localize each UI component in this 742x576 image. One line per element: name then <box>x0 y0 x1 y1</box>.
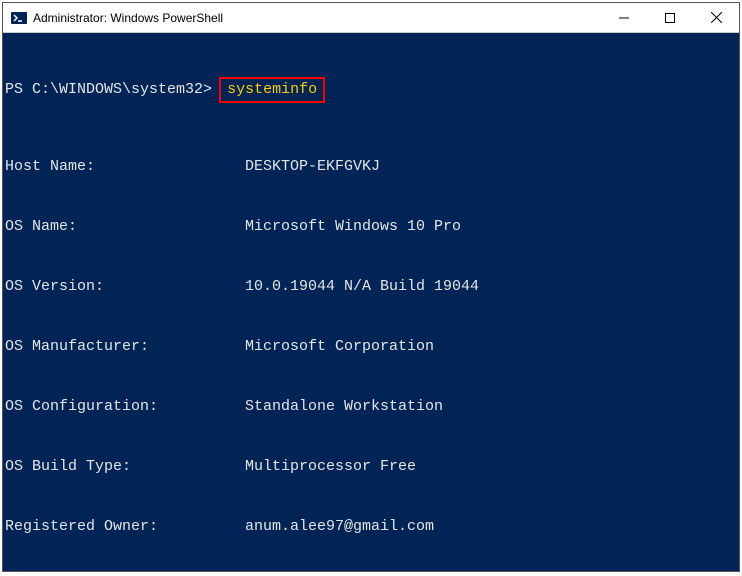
output-row: Host Name:DESKTOP-EKFGVKJ <box>3 157 739 177</box>
maximize-button[interactable] <box>647 3 693 32</box>
powershell-window: Administrator: Windows PowerShell PS C:\… <box>2 2 740 572</box>
window-title: Administrator: Windows PowerShell <box>33 11 601 25</box>
close-button[interactable] <box>693 3 739 32</box>
output-row: OS Version:10.0.19044 N/A Build 19044 <box>3 277 739 297</box>
command-highlight: systeminfo <box>219 77 325 103</box>
prompt-path: PS C:\WINDOWS\system32> <box>5 81 212 98</box>
output-row: OS Build Type:Multiprocessor Free <box>3 457 739 477</box>
prompt-line: PS C:\WINDOWS\system32> systeminfo <box>3 77 739 103</box>
output-row: OS Name:Microsoft Windows 10 Pro <box>3 217 739 237</box>
window-controls <box>601 3 739 32</box>
output-row: OS Manufacturer:Microsoft Corporation <box>3 337 739 357</box>
minimize-button[interactable] <box>601 3 647 32</box>
titlebar[interactable]: Administrator: Windows PowerShell <box>3 3 739 33</box>
output-row: Registered Owner:anum.alee97@gmail.com <box>3 517 739 537</box>
terminal-area[interactable]: PS C:\WINDOWS\system32> systeminfo Host … <box>3 33 739 571</box>
powershell-icon <box>11 10 27 26</box>
output-row: OS Configuration:Standalone Workstation <box>3 397 739 417</box>
